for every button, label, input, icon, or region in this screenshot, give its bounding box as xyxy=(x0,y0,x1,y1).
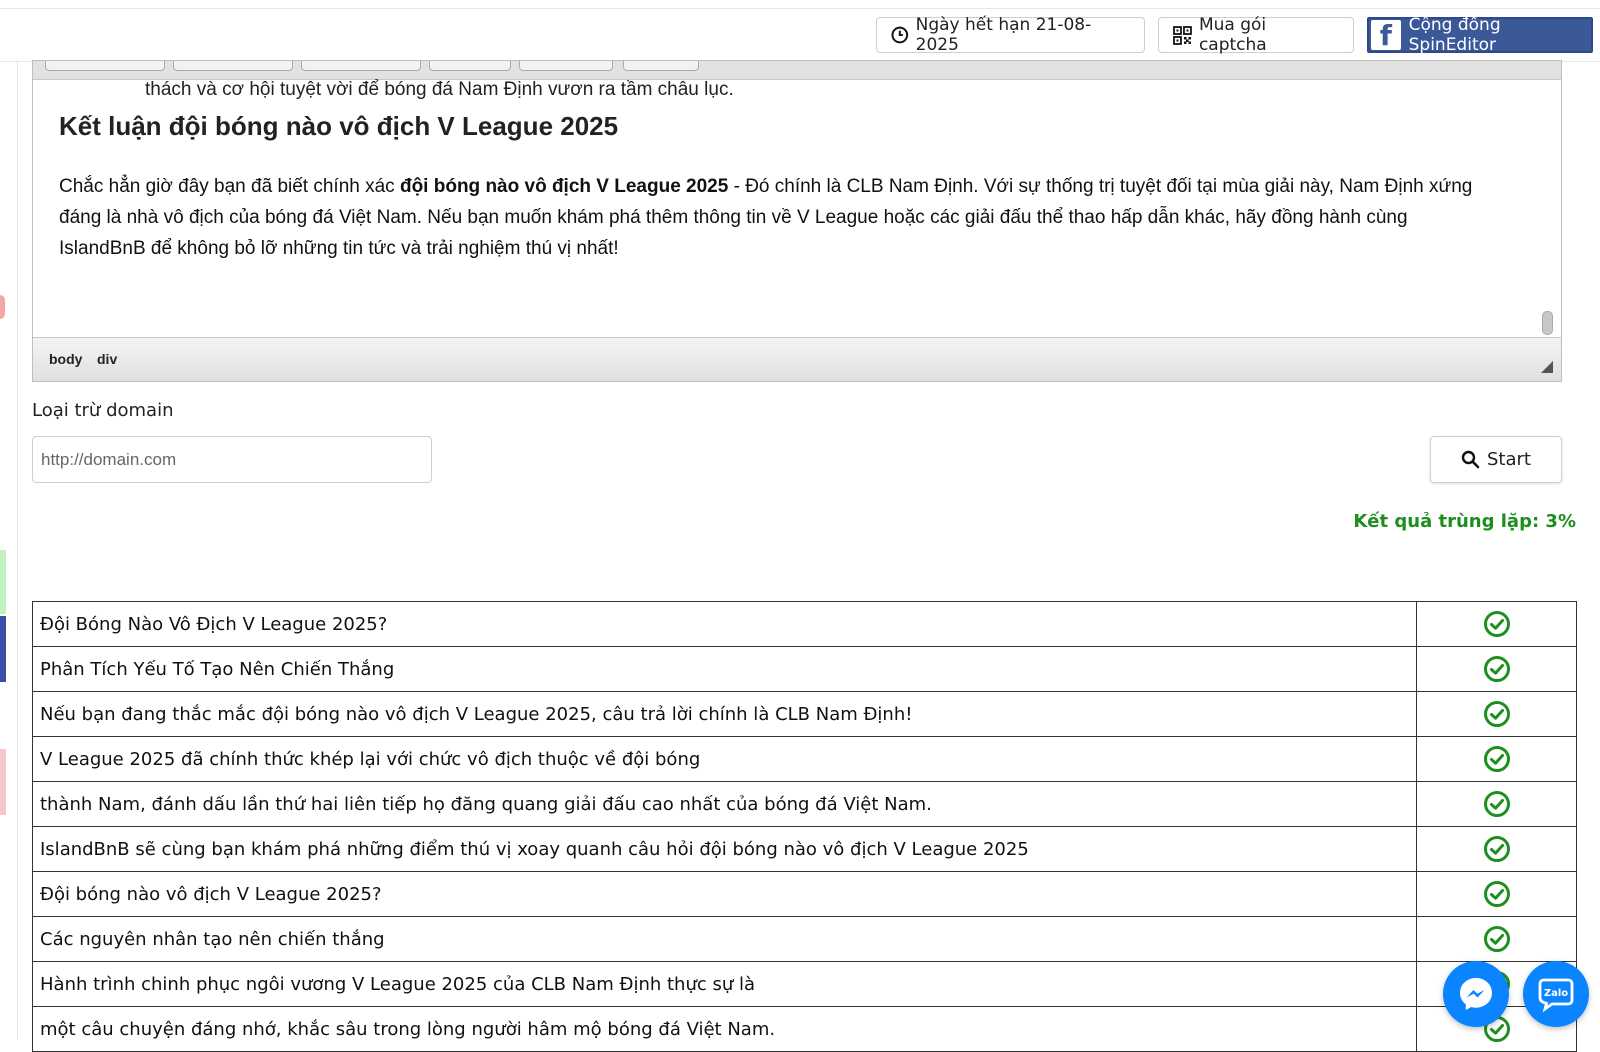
check-circle-icon xyxy=(1483,836,1510,862)
row-text: Các nguyên nhân tạo nên chiến thắng xyxy=(32,916,1417,962)
row-text: Đội bóng nào vô địch V League 2025? xyxy=(32,871,1417,917)
row-status-cell xyxy=(1416,691,1577,737)
svg-text:Zalo: Zalo xyxy=(1544,988,1568,999)
row-text: thành Nam, đánh dấu lần thứ hai liên tiế… xyxy=(32,781,1417,827)
zalo-chat-button[interactable]: Zalo xyxy=(1523,961,1589,1027)
edge-accent-green xyxy=(0,550,6,614)
content-text-line: thách và cơ hội tuyệt vời để bóng đá Nam… xyxy=(145,79,734,100)
expiry-date-button[interactable]: Ngày hết hạn 21-08-2025 xyxy=(876,15,1145,55)
paragraph-keyword: đội bóng nào vô địch V League 2025 xyxy=(399,176,729,197)
table-row: Đội Bóng Nào Vô Địch V League 2025? xyxy=(32,601,1577,647)
zalo-icon: Zalo xyxy=(1538,978,1574,1013)
table-row: V League 2025 đã chính thức khép lại với… xyxy=(32,736,1577,782)
check-circle-icon xyxy=(1483,701,1510,727)
table-row: Nếu bạn đang thắc mắc đội bóng nào vô đị… xyxy=(32,691,1577,737)
row-text: Hành trình chinh phục ngôi vương V Leagu… xyxy=(32,961,1417,1007)
table-row: IslandBnB sẽ cùng bạn khám phá những điể… xyxy=(32,826,1577,872)
row-status-cell xyxy=(1416,646,1577,692)
start-button-label: Start xyxy=(1487,449,1531,470)
facebook-icon: f xyxy=(1371,20,1401,50)
table-row: một câu chuyện đáng nhớ, khắc sâu trong … xyxy=(32,1006,1577,1052)
toolbar-button[interactable] xyxy=(519,61,613,71)
buy-captcha-button[interactable]: Mua gói captcha xyxy=(1158,15,1354,55)
row-text: V League 2025 đã chính thức khép lại với… xyxy=(32,736,1417,782)
row-status-cell xyxy=(1416,871,1577,917)
messenger-chat-button[interactable] xyxy=(1443,961,1509,1027)
check-circle-icon xyxy=(1483,746,1510,772)
paragraph-text: Chắc hẳn giờ đây bạn đã biết chính xác xyxy=(59,176,400,197)
spineditor-community-button[interactable]: f Cộng đồng SpinEditor xyxy=(1367,15,1593,55)
buy-captcha-label: Mua gói captcha xyxy=(1198,15,1267,55)
check-circle-icon xyxy=(1483,656,1510,682)
content-heading: Kết luận đội bóng nào vô địch V League 2… xyxy=(59,111,619,141)
content-paragraph: Chắc hẳn giờ đây bạn đã biết chính xác đ… xyxy=(59,171,1499,264)
expiry-date-label: Ngày hết hạn 21-08-2025 xyxy=(915,15,1092,55)
check-circle-icon xyxy=(1483,611,1510,637)
duplicate-result-text: Kết quả trùng lặp: 3% xyxy=(1353,511,1576,532)
row-text: Nếu bạn đang thắc mắc đội bóng nào vô đị… xyxy=(32,691,1417,737)
editor-scrollbar-thumb[interactable] xyxy=(1542,311,1553,335)
row-status-cell xyxy=(1416,916,1577,962)
row-text: IslandBnB sẽ cùng bạn khám phá những điể… xyxy=(32,826,1417,872)
toolbar-button[interactable] xyxy=(173,61,293,71)
check-circle-icon xyxy=(1483,791,1510,817)
row-status-cell xyxy=(1416,601,1577,647)
clock-icon xyxy=(891,26,909,44)
page-edge-line xyxy=(17,60,18,1040)
table-row: Hành trình chinh phục ngôi vương V Leagu… xyxy=(32,961,1577,1007)
results-table: Đội Bóng Nào Vô Địch V League 2025? Phân… xyxy=(32,601,1577,1052)
toolbar-button[interactable] xyxy=(429,61,511,71)
editor-status-bar: body div xyxy=(33,337,1561,381)
row-status-cell xyxy=(1416,781,1577,827)
start-button[interactable]: Start xyxy=(1430,436,1562,483)
edge-accent-pink xyxy=(0,749,6,815)
edge-accent-red xyxy=(0,295,5,319)
messenger-icon xyxy=(1460,978,1492,1010)
table-row: Phân Tích Yếu Tố Tạo Nên Chiến Thắng xyxy=(32,646,1577,692)
resize-handle[interactable] xyxy=(1541,361,1553,373)
qr-code-icon xyxy=(1173,25,1192,45)
search-icon xyxy=(1461,450,1480,469)
table-row: Đội bóng nào vô địch V League 2025? xyxy=(32,871,1577,917)
row-status-cell xyxy=(1416,826,1577,872)
path-item-body[interactable]: body xyxy=(49,351,82,367)
editor-content[interactable]: thách và cơ hội tuyệt vời để bóng đá Nam… xyxy=(59,79,1529,335)
row-text: Đội Bóng Nào Vô Địch V League 2025? xyxy=(32,601,1417,647)
table-row: Các nguyên nhân tạo nên chiến thắng xyxy=(32,916,1577,962)
check-circle-icon xyxy=(1483,881,1510,907)
toolbar-button[interactable] xyxy=(301,61,421,71)
table-row: thành Nam, đánh dấu lần thứ hai liên tiế… xyxy=(32,781,1577,827)
toolbar-button[interactable] xyxy=(45,61,165,71)
toolbar-button[interactable] xyxy=(623,61,699,71)
path-item-div[interactable]: div xyxy=(97,351,117,367)
row-text: Phân Tích Yếu Tố Tạo Nên Chiến Thắng xyxy=(32,646,1417,692)
row-text: một câu chuyện đáng nhớ, khắc sâu trong … xyxy=(32,1006,1417,1052)
rich-text-editor[interactable]: thách và cơ hội tuyệt vời để bóng đá Nam… xyxy=(32,60,1562,382)
check-circle-icon xyxy=(1483,926,1510,952)
exclude-domain-input[interactable] xyxy=(32,436,432,483)
edge-accent-blue xyxy=(0,616,6,682)
exclude-domain-label: Loại trừ domain xyxy=(32,400,174,421)
row-status-cell xyxy=(1416,736,1577,782)
editor-toolbar xyxy=(33,61,1561,80)
community-label: Cộng đồng SpinEditor xyxy=(1408,15,1501,55)
top-navbar: Ngày hết hạn 21-08-2025 Mua gói captcha … xyxy=(0,8,1600,62)
